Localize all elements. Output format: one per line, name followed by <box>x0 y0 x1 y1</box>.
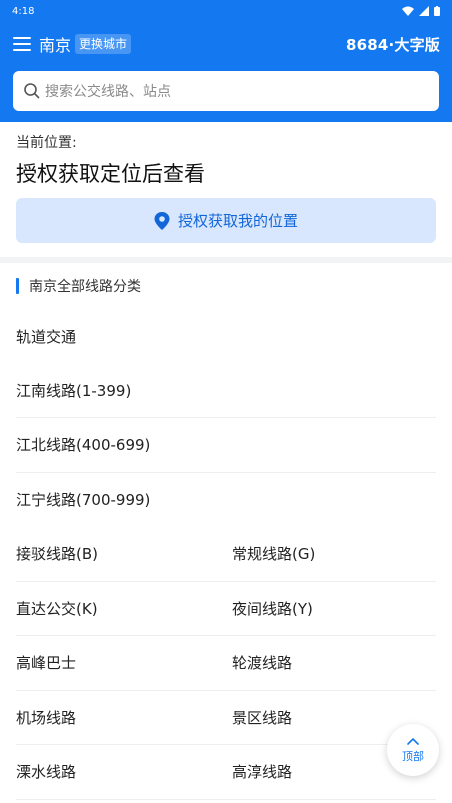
header: 4:18 南京 更换城市 8684·大字版 搜索公交线路、站点 <box>0 0 452 122</box>
route-category-row: 机场线路 景区线路 <box>16 691 436 745</box>
route-category-item[interactable]: 溧水线路 <box>16 761 226 782</box>
location-section: 当前位置: 授权获取定位后查看 授权获取我的位置 <box>0 122 452 257</box>
menu-icon[interactable] <box>13 35 31 53</box>
route-category-item[interactable]: 高峰巴士 <box>16 652 226 673</box>
wifi-icon <box>402 6 414 16</box>
route-category-row: 直达公交(K) 夜间线路(Y) <box>16 582 436 636</box>
route-category-row: 接驳线路(B) 常规线路(G) <box>16 527 436 582</box>
category-header: 南京全部线路分类 <box>0 263 452 309</box>
route-category-list: 轨道交通 江南线路(1-399) 江北线路(400-699) 江宁线路(700-… <box>0 309 452 800</box>
locate-me-button[interactable]: 授权获取我的位置 <box>16 198 436 243</box>
brand-logo: 8684·大字版 <box>345 35 440 54</box>
topbar: 南京 更换城市 8684·大字版 <box>0 22 452 66</box>
route-category-row: 高峰巴士 轮渡线路 <box>16 636 436 691</box>
location-pin-icon <box>154 211 170 230</box>
route-category-item[interactable]: 江宁线路(700-999) <box>16 473 436 528</box>
search-placeholder: 搜索公交线路、站点 <box>45 84 171 100</box>
route-category-row: 溧水线路 高淳线路 <box>16 745 436 800</box>
status-time: 4:18 <box>12 5 35 17</box>
battery-icon <box>434 6 440 16</box>
location-title: 授权获取定位后查看 <box>16 162 205 186</box>
search-icon <box>24 83 40 99</box>
city-name[interactable]: 南京 <box>39 32 71 56</box>
category-header-label: 南京全部线路分类 <box>29 279 141 295</box>
route-category-item[interactable]: 江北线路(400-699) <box>16 418 436 473</box>
status-bar: 4:18 <box>0 0 452 22</box>
location-label: 当前位置: <box>16 135 77 151</box>
route-category-item[interactable]: 直达公交(K) <box>16 598 226 619</box>
route-category-item[interactable]: 机场线路 <box>16 707 226 728</box>
route-category-item[interactable]: 轮渡线路 <box>226 652 436 673</box>
change-city-button[interactable]: 更换城市 <box>75 34 132 54</box>
signal-icon <box>419 6 429 16</box>
route-category-item[interactable]: 接驳线路(B) <box>16 543 226 564</box>
category-accent-bar <box>16 278 19 294</box>
back-to-top-label: 顶部 <box>402 749 424 763</box>
route-category-item[interactable]: 江南线路(1-399) <box>16 364 436 418</box>
route-category-item[interactable]: 常规线路(G) <box>226 543 436 564</box>
chevron-up-icon <box>407 737 419 745</box>
search-input[interactable]: 搜索公交线路、站点 <box>13 71 439 111</box>
locate-button-label: 授权获取我的位置 <box>177 212 298 230</box>
route-category-item[interactable]: 夜间线路(Y) <box>226 598 436 619</box>
route-category-item[interactable]: 轨道交通 <box>16 309 436 364</box>
back-to-top-button[interactable]: 顶部 <box>387 724 439 776</box>
